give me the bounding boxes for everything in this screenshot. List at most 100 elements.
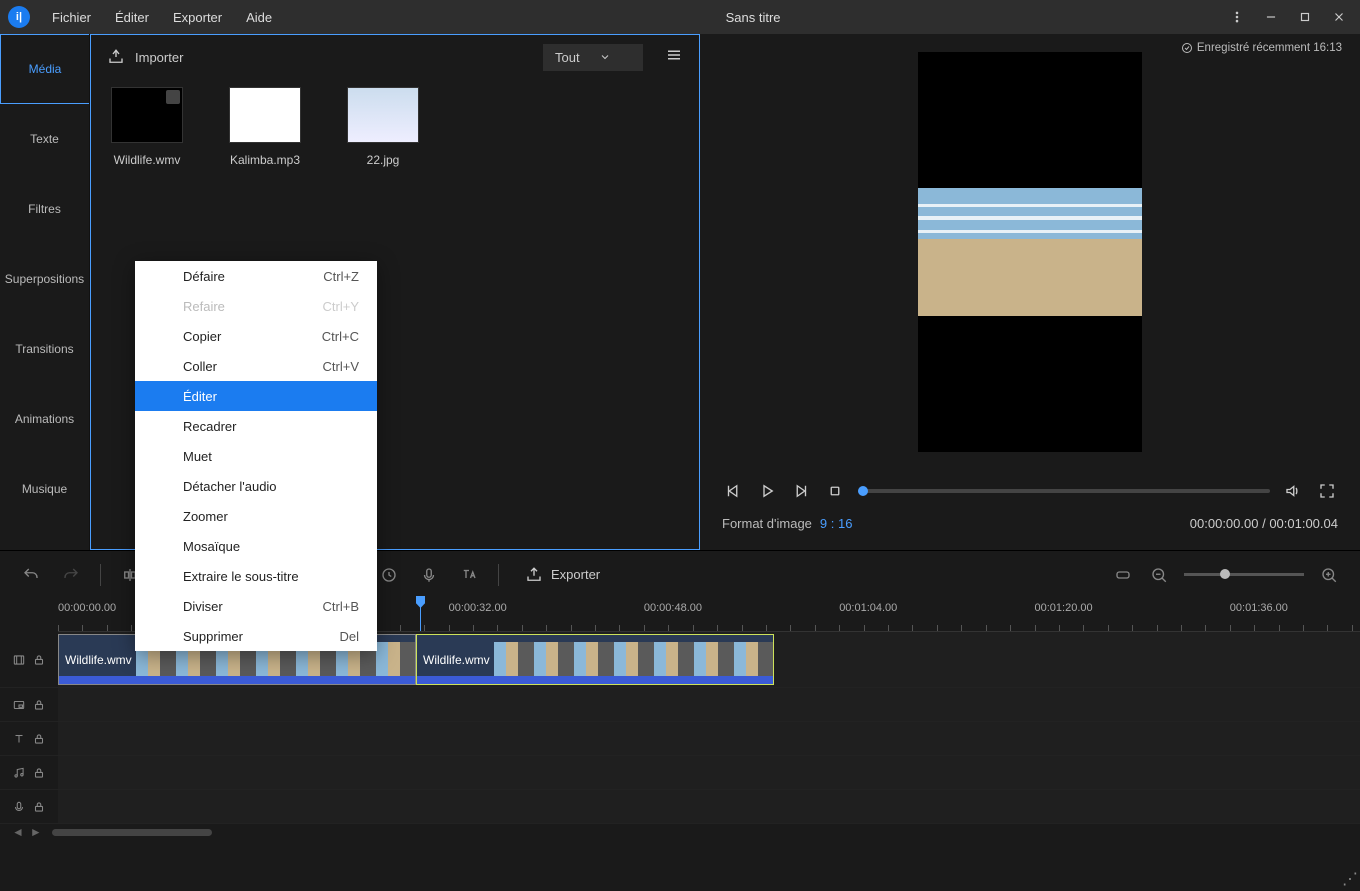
- more-icon[interactable]: [1224, 4, 1250, 30]
- sidebar-tab-média[interactable]: Média: [0, 34, 89, 104]
- context-item-extraire-le-sous-titre[interactable]: Extraire le sous-titre: [135, 561, 377, 591]
- voice-track-body[interactable]: [58, 790, 1360, 823]
- context-item-diviser[interactable]: DiviserCtrl+B: [135, 591, 377, 621]
- scroll-left-arrow[interactable]: ◄: [12, 825, 24, 839]
- format-value[interactable]: 9 : 16: [820, 516, 853, 531]
- lock-icon[interactable]: [32, 698, 46, 712]
- tts-button[interactable]: [458, 564, 480, 586]
- ruler-tick: 00:00:00.00: [58, 602, 116, 614]
- export-icon: [525, 566, 543, 584]
- menu-exporter[interactable]: Exporter: [163, 6, 232, 29]
- context-item-muet[interactable]: Muet: [135, 441, 377, 471]
- preview-panel: Enregistré récemment 16:13 Format d'imag…: [700, 34, 1360, 550]
- media-item[interactable]: Wildlife.wmv: [107, 87, 187, 167]
- close-icon[interactable]: [1326, 4, 1352, 30]
- fit-button[interactable]: [1112, 564, 1134, 586]
- stop-button[interactable]: [824, 480, 846, 502]
- ruler-tick: 00:01:36.00: [1230, 602, 1288, 614]
- timeline-scroll: ◄ ►: [0, 824, 1360, 840]
- volume-icon[interactable]: [1282, 480, 1304, 502]
- scroll-right-arrow[interactable]: ►: [30, 825, 42, 839]
- context-item-label: Refaire: [183, 299, 225, 314]
- timeline-clip[interactable]: Wildlife.wmv: [416, 634, 774, 685]
- media-item-label: 22.jpg: [343, 153, 423, 167]
- zoom-slider[interactable]: [1184, 573, 1304, 576]
- undo-button[interactable]: [20, 564, 42, 586]
- context-item-label: Éditer: [183, 389, 217, 404]
- context-item-shortcut: Ctrl+Y: [323, 299, 359, 314]
- media-item[interactable]: Kalimba.mp3: [225, 87, 305, 167]
- save-status-text: Enregistré récemment 16:13: [1197, 42, 1342, 54]
- next-frame-button[interactable]: [790, 480, 812, 502]
- lock-icon[interactable]: [32, 800, 46, 814]
- list-view-icon[interactable]: [665, 46, 683, 69]
- titlebar: i| FichierÉditerExporterAide Sans titre: [0, 0, 1360, 34]
- ruler-tick: 00:01:20.00: [1035, 602, 1093, 614]
- context-item-label: Coller: [183, 359, 217, 374]
- redo-button[interactable]: [60, 564, 82, 586]
- main-menu: FichierÉditerExporterAide: [42, 6, 282, 29]
- sidebar-tab-texte[interactable]: Texte: [0, 104, 89, 174]
- sidebar-tab-superpositions[interactable]: Superpositions: [0, 244, 89, 314]
- context-item--diter[interactable]: Éditer: [135, 381, 377, 411]
- maximize-icon[interactable]: [1292, 4, 1318, 30]
- lock-icon[interactable]: [32, 766, 46, 780]
- playhead[interactable]: [420, 598, 421, 631]
- import-button[interactable]: Importer: [107, 48, 183, 66]
- check-circle-icon: [1181, 42, 1193, 54]
- media-item-label: Kalimba.mp3: [225, 153, 305, 167]
- timecode: 00:00:00.00 / 00:01:00.04: [1190, 516, 1338, 531]
- resize-grip-icon[interactable]: ⋰: [1342, 869, 1358, 889]
- minimize-icon[interactable]: [1258, 4, 1284, 30]
- menu-aide[interactable]: Aide: [236, 6, 282, 29]
- context-item-label: Diviser: [183, 599, 223, 614]
- context-item-d-faire[interactable]: DéfaireCtrl+Z: [135, 261, 377, 291]
- mic-button[interactable]: [418, 564, 440, 586]
- ruler-tick: 00:00:48.00: [644, 602, 702, 614]
- export-label: Exporter: [551, 567, 600, 582]
- context-item-supprimer[interactable]: Supprimer Del: [135, 621, 377, 651]
- sidebar-tab-musique[interactable]: Musique: [0, 454, 89, 524]
- lock-icon[interactable]: [32, 653, 46, 667]
- context-item-shortcut: Del: [339, 629, 359, 644]
- play-button[interactable]: [756, 480, 778, 502]
- context-item-recadrer[interactable]: Recadrer: [135, 411, 377, 441]
- import-label: Importer: [135, 50, 183, 65]
- context-item-coller[interactable]: CollerCtrl+V: [135, 351, 377, 381]
- mic-icon: [12, 800, 26, 814]
- menu-fichier[interactable]: Fichier: [42, 6, 101, 29]
- sidebar-tab-transitions[interactable]: Transitions: [0, 314, 89, 384]
- pip-track-body[interactable]: [58, 688, 1360, 721]
- lock-icon[interactable]: [32, 732, 46, 746]
- sidebar-tab-filtres[interactable]: Filtres: [0, 174, 89, 244]
- context-item-label: Mosaïque: [183, 539, 240, 554]
- context-item-d-tacher-l-audio[interactable]: Détacher l'audio: [135, 471, 377, 501]
- pip-icon: [12, 698, 26, 712]
- context-item-copier[interactable]: CopierCtrl+C: [135, 321, 377, 351]
- menu-éditer[interactable]: Éditer: [105, 6, 159, 29]
- text-icon: [12, 732, 26, 746]
- preview-frame: [918, 188, 1142, 316]
- sidebar-tab-animations[interactable]: Animations: [0, 384, 89, 454]
- window-title: Sans titre: [282, 10, 1224, 25]
- clip-label: Wildlife.wmv: [423, 653, 490, 667]
- context-item-mosa-que[interactable]: Mosaïque: [135, 531, 377, 561]
- prev-frame-button[interactable]: [722, 480, 744, 502]
- preview-progress[interactable]: [858, 489, 1270, 493]
- context-item-zoomer[interactable]: Zoomer: [135, 501, 377, 531]
- ruler-tick: 00:00:32.00: [449, 602, 507, 614]
- left-sidebar: MédiaTexteFiltresSuperpositionsTransitio…: [0, 34, 90, 550]
- media-filter-select[interactable]: Tout: [543, 44, 643, 71]
- context-item-shortcut: Ctrl+C: [322, 329, 359, 344]
- audio-track-body[interactable]: [58, 756, 1360, 789]
- media-grid: Wildlife.wmv Kalimba.mp3 22.jpg: [91, 79, 699, 175]
- fullscreen-icon[interactable]: [1316, 480, 1338, 502]
- context-item-label: Supprimer: [183, 629, 243, 644]
- export-button[interactable]: Exporter: [525, 566, 600, 584]
- text-track-body[interactable]: [58, 722, 1360, 755]
- zoom-out-button[interactable]: [1148, 564, 1170, 586]
- media-item[interactable]: 22.jpg: [343, 87, 423, 167]
- horizontal-scrollbar[interactable]: [52, 829, 212, 836]
- duration-button[interactable]: [378, 564, 400, 586]
- zoom-in-button[interactable]: [1318, 564, 1340, 586]
